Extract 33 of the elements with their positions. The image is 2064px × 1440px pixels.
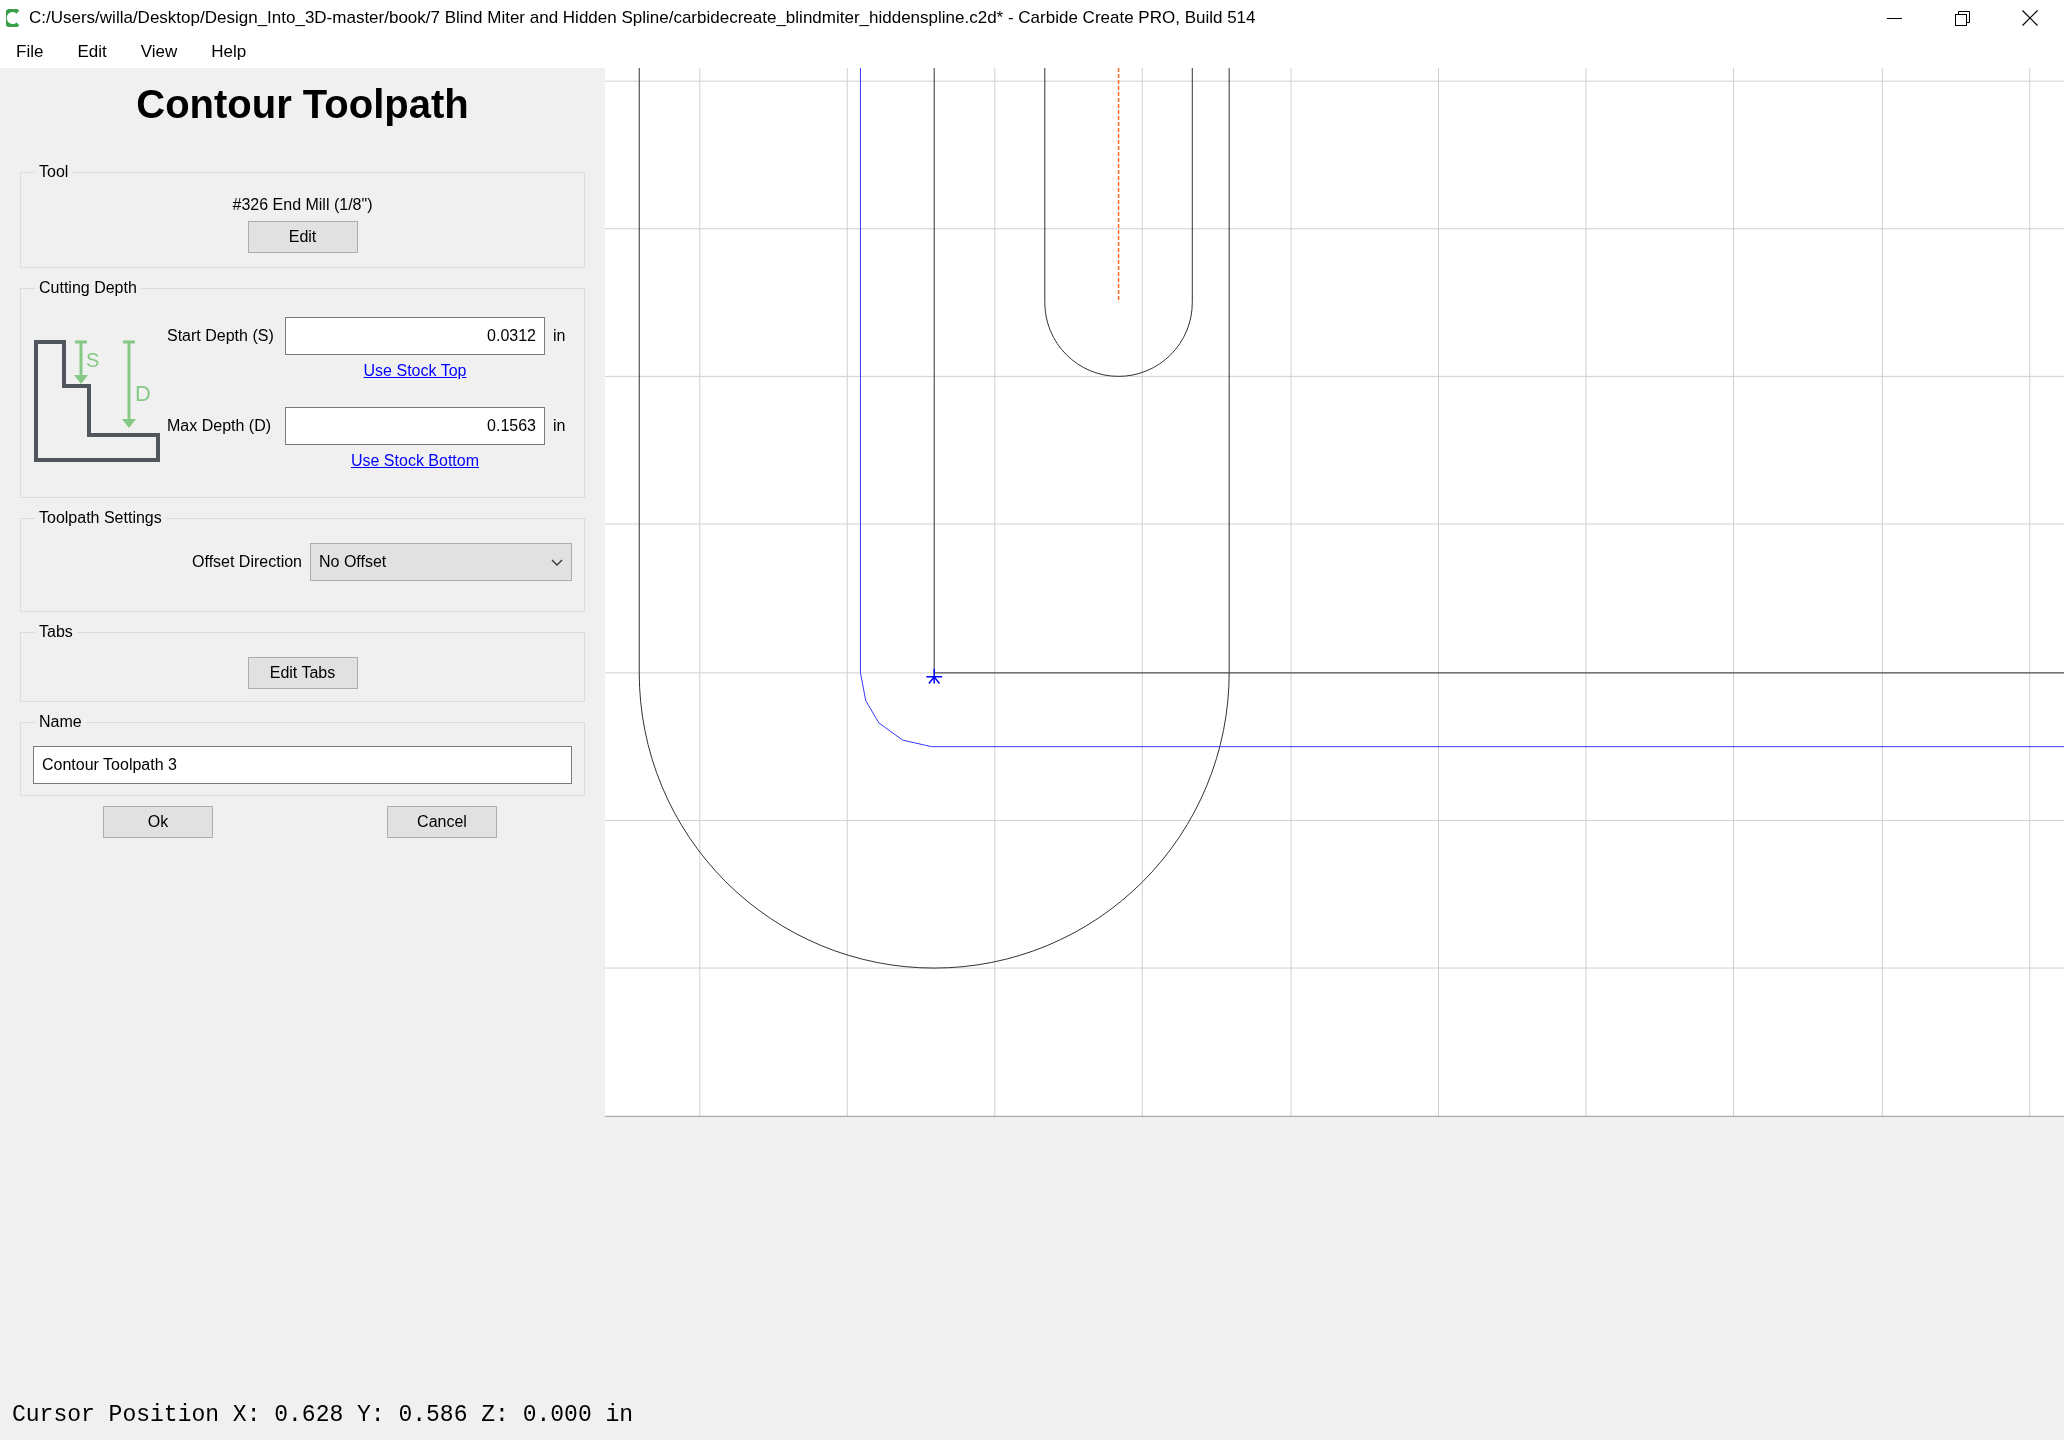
offset-direction-dropdown[interactable]: No Offset (310, 543, 572, 581)
dialog-button[interactable]: Cancel (387, 806, 497, 838)
stock-link[interactable]: Use Stock Bottom (350, 452, 479, 469)
origin-marker-icon (925, 668, 943, 685)
group-label: Cutting Depth (35, 278, 141, 298)
diagram-label: D (135, 381, 151, 406)
unit-label: in (553, 416, 566, 436)
caret-icon (551, 558, 563, 566)
field-label: Start Depth (S) (167, 326, 275, 346)
group-label: Toolpath Settings (35, 508, 166, 528)
panel-title: Contour Toolpath (135, 82, 470, 126)
menu-item[interactable]: Edit (69, 39, 121, 65)
unit-label: in (553, 326, 566, 346)
cursor-position-text: Cursor Position X: 0.628 Y: 0.586 Z: 0.000 in (11, 1401, 635, 1430)
field-label: Max Depth (D) (167, 416, 273, 436)
depth-input[interactable]: 0.0312 (285, 317, 545, 355)
window-title: C:/Users/willa/Desktop/Design_Into_3D-master/book/7 Blind Miter and Hidden Spline/carbidecreate_blindmiter_hiddenspline.c2d* - Carbide Create PRO, Build 514 (29, 7, 1256, 30)
menu-item[interactable]: Help (203, 39, 261, 65)
menu-item[interactable]: File (8, 39, 58, 65)
restore-icon (1954, 10, 1970, 26)
dialog-button[interactable]: Ok (103, 806, 213, 838)
depth-input[interactable]: 0.1563 (285, 407, 545, 445)
app-logo-icon (6, 9, 22, 27)
close-icon (2022, 10, 2038, 26)
edit-button[interactable]: Edit (247, 221, 358, 253)
diagram-label: S (86, 349, 100, 371)
menu-item[interactable]: View (132, 39, 192, 65)
stock-link[interactable]: Use Stock Top (363, 362, 467, 379)
field-label: Offset Direction (192, 552, 302, 572)
edit-tabs-button[interactable]: Edit Tabs (247, 657, 358, 689)
depth-arrow-drawing (73, 340, 89, 384)
name-input[interactable]: Contour Toolpath 3 (33, 746, 572, 784)
tool-name: #326 End Mill (1/8") (232, 195, 373, 215)
